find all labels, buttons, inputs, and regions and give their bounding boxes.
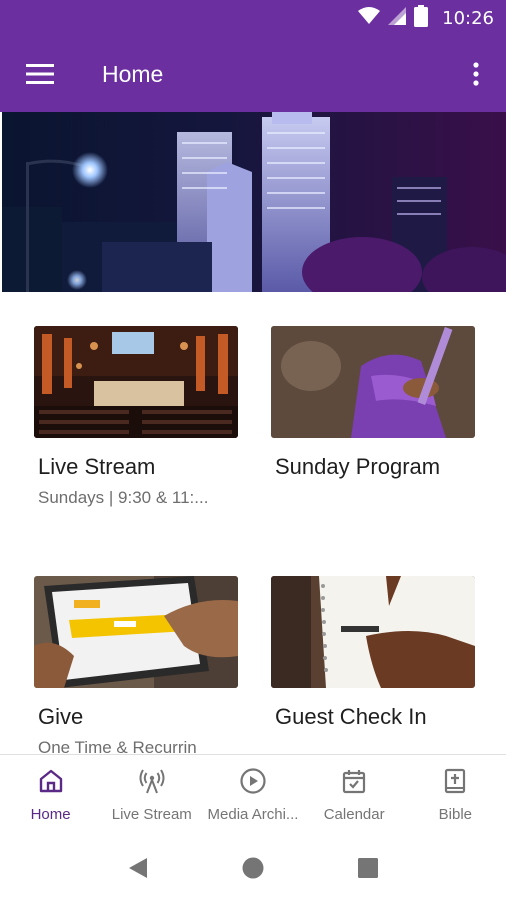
home-circle-icon[interactable] [233,848,273,888]
card-live-stream[interactable]: Live Stream Sundays | 9:30 & 11:... [34,326,238,508]
broadcast-icon [138,767,166,800]
live-stream-thumbnail [34,326,238,438]
card-subtitle: One Time & Recurrin [38,738,197,754]
sunday-program-thumbnail [271,326,475,438]
nav-item-calendar[interactable]: Calendar [304,755,405,836]
recents-icon[interactable] [348,848,388,888]
nav-label: Media Archi... [207,806,299,823]
card-title: Give [38,704,84,729]
card-title: Live Stream [38,454,156,479]
card-subtitle: Sundays | 9:30 & 11:... [38,488,209,507]
guest-check-in-thumbnail [271,576,475,688]
card-sunday-program[interactable]: Sunday Program [271,326,475,480]
nav-label: Calendar [323,806,385,823]
give-thumbnail [34,576,238,688]
more-vert-icon[interactable] [446,36,506,112]
play-circle-icon [239,767,267,800]
wifi-icon [358,6,381,30]
nav-item-home[interactable]: Home [0,755,101,836]
card-give[interactable]: Give One Time & Recurrin [34,576,238,754]
nav-label: Home [30,806,71,823]
card-title: Guest Check In [275,704,427,729]
status-time: 10:26 [442,7,494,29]
app-bar: Home [0,36,506,112]
nav-item-live-stream[interactable]: Live Stream [101,755,202,836]
hero-banner-image [2,112,506,292]
nav-item-bible[interactable]: Bible [405,755,506,836]
status-bar: 10:26 [0,0,506,36]
signal-icon [388,6,407,30]
content-grid: Live Stream Sundays | 9:30 & 11:... Sund… [0,292,506,754]
system-navigation-bar [0,836,506,900]
nav-label: Bible [438,806,473,823]
calendar-check-icon [340,767,368,800]
nav-item-media-archive[interactable]: Media Archi... [202,755,303,836]
hamburger-icon[interactable] [0,36,80,112]
battery-icon [414,4,429,32]
card-guest-check-in[interactable]: Guest Check In [271,576,475,730]
page-title: Home [102,60,164,87]
bottom-navigation: Home Live Stream Media Archi... Calendar… [0,754,506,836]
bible-icon [441,767,469,800]
home-icon [37,767,65,800]
card-title: Sunday Program [275,454,441,479]
back-icon[interactable] [118,848,158,888]
nav-label: Live Stream [111,806,192,823]
